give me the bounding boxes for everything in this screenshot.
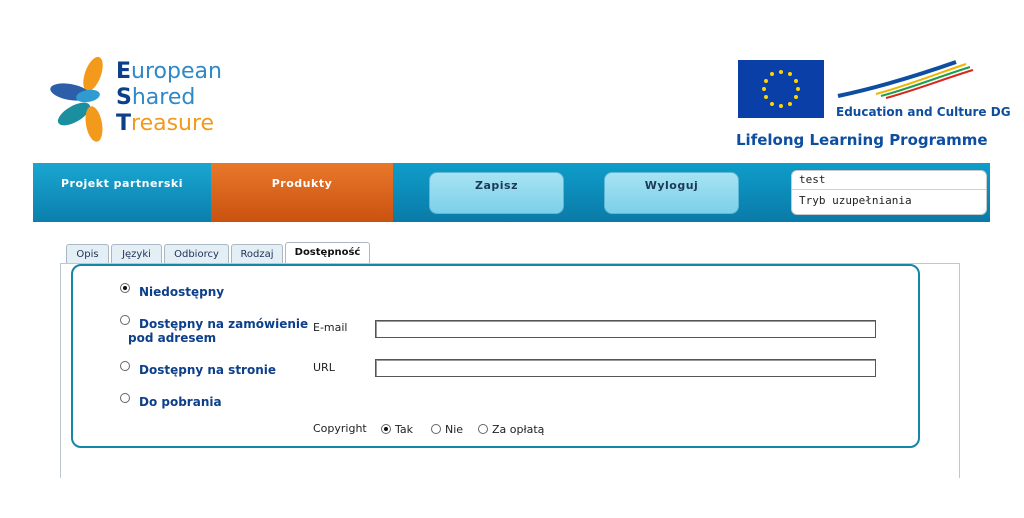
option-on-website[interactable]: Dostępny na stronie [120, 361, 276, 377]
tab-opis[interactable]: Opis [66, 244, 109, 263]
radio-unavailable[interactable] [120, 283, 130, 293]
save-button[interactable]: Zapisz [429, 172, 564, 214]
nav-products[interactable]: Produkty [211, 163, 393, 222]
eu-flag-icon [738, 60, 824, 118]
url-label: URL [313, 361, 335, 374]
option-unavailable[interactable]: Niedostępny [120, 283, 224, 299]
copyright-paid[interactable]: Za opłatą [478, 423, 544, 436]
llp-swoosh-icon [837, 60, 974, 99]
tab-rodzaj[interactable]: Rodzaj [231, 244, 283, 263]
copyright-label: Copyright [313, 422, 367, 435]
radio-copyright-yes[interactable] [381, 424, 391, 434]
logo-text: European Shared Treasure [116, 59, 222, 136]
option-on-order[interactable]: Dostępny na zamówienie [120, 315, 308, 332]
nav-partners[interactable]: Projekt partnerski [33, 163, 211, 222]
username: test [792, 171, 986, 190]
radio-on-order[interactable] [120, 315, 130, 325]
radio-download[interactable] [120, 393, 130, 403]
copyright-no[interactable]: Nie [431, 423, 463, 436]
option-download[interactable]: Do pobrania [120, 393, 222, 409]
email-field[interactable] [375, 320, 876, 338]
eu-programme-label: Lifelong Learning Programme [736, 131, 988, 149]
option-on-order-line2: pod adresem [128, 331, 217, 345]
copyright-yes[interactable]: Tak [381, 423, 413, 436]
logout-button[interactable]: Wyloguj [604, 172, 739, 214]
tab-dostepnosc[interactable]: Dostępność [285, 242, 370, 264]
user-box: test Tryb uzupełniania [791, 170, 987, 215]
url-field[interactable] [375, 359, 876, 377]
tab-jezyki[interactable]: Języki [111, 244, 162, 263]
radio-copyright-paid[interactable] [478, 424, 488, 434]
email-label: E-mail [313, 321, 348, 334]
eu-dg-label: Education and Culture DG [836, 105, 1011, 119]
mode-label: Tryb uzupełniania [799, 194, 912, 207]
tab-odbiorcy[interactable]: Odbiorcy [164, 244, 229, 263]
radio-copyright-no[interactable] [431, 424, 441, 434]
radio-on-website[interactable] [120, 361, 130, 371]
